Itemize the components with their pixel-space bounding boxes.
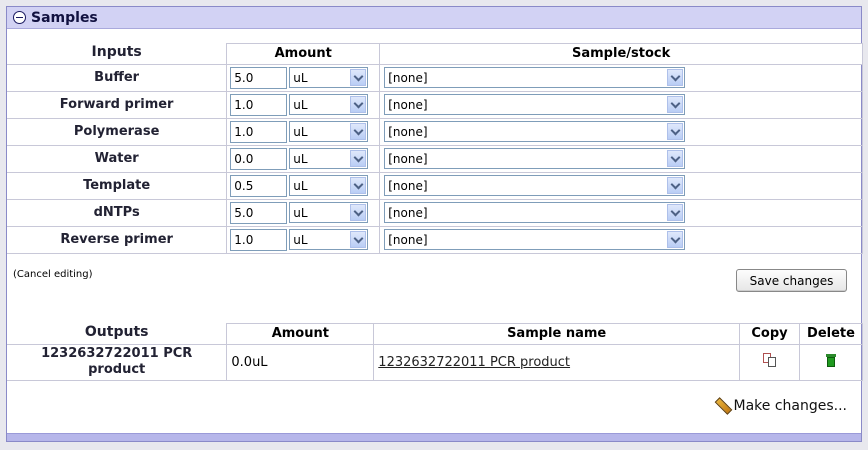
output-amount-header: Amount: [226, 323, 375, 344]
panel-footer-bar: [7, 433, 861, 441]
collapse-icon[interactable]: [13, 11, 26, 24]
stock-select-value: [none]: [388, 178, 428, 193]
unit-select-value: uL: [293, 97, 308, 112]
chevron-down-icon[interactable]: [667, 231, 684, 248]
chevron-down-icon[interactable]: [667, 150, 684, 167]
stock-column-header: Sample/stock: [379, 43, 863, 64]
output-row: 1232632722011 PCR product 0.0uL 12326327…: [7, 343, 863, 381]
pencil-icon: [715, 398, 731, 414]
unit-select[interactable]: uL: [289, 229, 369, 250]
stock-select[interactable]: [none]: [384, 175, 686, 196]
amount-input[interactable]: 5.0: [230, 66, 288, 89]
amount-input[interactable]: 0.0: [230, 147, 288, 170]
chevron-down-icon[interactable]: [667, 96, 684, 113]
stock-select[interactable]: [none]: [384, 148, 686, 169]
outputs-table: Outputs Amount Sample name Copy Delete 1…: [7, 323, 863, 381]
unit-select[interactable]: uL: [289, 94, 369, 115]
input-row-buffer: Buffer 5.0 uL [none]: [7, 63, 863, 91]
stock-select-value: [none]: [388, 151, 428, 166]
unit-select-value: uL: [293, 232, 308, 247]
unit-select-value: uL: [293, 70, 308, 85]
unit-select[interactable]: uL: [289, 121, 369, 142]
chevron-down-icon[interactable]: [350, 123, 367, 140]
stock-select-value: [none]: [388, 232, 428, 247]
output-amount: 0.0uL: [226, 343, 374, 381]
panel-title: Samples: [31, 9, 98, 26]
unit-select-value: uL: [293, 178, 308, 193]
chevron-down-icon[interactable]: [667, 123, 684, 140]
stock-select-value: [none]: [388, 70, 428, 85]
output-label-line: product: [88, 362, 146, 377]
input-row-label: Template: [7, 171, 227, 199]
output-label-line: 1232632722011 PCR: [41, 346, 193, 361]
input-row-forward-primer: Forward primer 1.0 uL [none]: [7, 90, 863, 118]
make-changes-link[interactable]: Make changes...: [715, 398, 848, 414]
save-changes-button[interactable]: Save changes: [736, 269, 847, 292]
unit-select-value: uL: [293, 205, 308, 220]
outputs-section-label: Outputs: [84, 323, 149, 340]
cancel-editing-link[interactable]: (Cancel editing): [13, 269, 93, 280]
chevron-down-icon[interactable]: [667, 69, 684, 86]
chevron-down-icon[interactable]: [350, 150, 367, 167]
chevron-down-icon[interactable]: [350, 69, 367, 86]
panel-titlebar[interactable]: Samples: [7, 7, 861, 29]
sample-name-header: Sample name: [373, 323, 741, 344]
stock-select-value: [none]: [388, 124, 428, 139]
make-changes-label: Make changes...: [733, 398, 848, 414]
input-row-label: dNTPs: [7, 198, 227, 226]
inputs-table: Inputs Amount Sample/stock Buffer 5.0 uL…: [7, 43, 863, 254]
amount-input[interactable]: 0.5: [230, 174, 288, 197]
sample-name-link[interactable]: 1232632722011 PCR product: [378, 355, 570, 370]
output-row-label: 1232632722011 PCR product: [7, 343, 227, 381]
amount-input[interactable]: 1.0: [230, 228, 288, 251]
input-row-label: Polymerase: [7, 117, 227, 145]
inputs-section-label: Inputs: [91, 43, 142, 60]
input-row-label: Forward primer: [7, 90, 227, 118]
input-row-polymerase: Polymerase 1.0 uL [none]: [7, 117, 863, 145]
copy-header: Copy: [739, 323, 800, 344]
input-row-template: Template 0.5 uL [none]: [7, 171, 863, 199]
unit-select[interactable]: uL: [289, 202, 369, 223]
stock-select[interactable]: [none]: [384, 202, 686, 223]
samples-panel: Samples Inputs Amount Sample/stock Buffe…: [6, 6, 863, 442]
input-row-label: Water: [7, 144, 227, 172]
copy-icon[interactable]: [762, 353, 777, 367]
unit-select-value: uL: [293, 151, 308, 166]
chevron-down-icon[interactable]: [667, 177, 684, 194]
chevron-down-icon[interactable]: [350, 231, 367, 248]
chevron-down-icon[interactable]: [350, 177, 367, 194]
stock-select-value: [none]: [388, 205, 428, 220]
unit-select-value: uL: [293, 124, 308, 139]
amount-input[interactable]: 1.0: [230, 120, 288, 143]
chevron-down-icon[interactable]: [350, 96, 367, 113]
unit-select[interactable]: uL: [289, 175, 369, 196]
input-row-label: Reverse primer: [7, 225, 227, 254]
input-row-reverse-primer: Reverse primer 1.0 uL [none]: [7, 225, 863, 254]
input-row-dntps: dNTPs 5.0 uL [none]: [7, 198, 863, 226]
stock-select[interactable]: [none]: [384, 229, 686, 250]
unit-select[interactable]: uL: [289, 148, 369, 169]
chevron-down-icon[interactable]: [350, 204, 367, 221]
stock-select[interactable]: [none]: [384, 121, 686, 142]
amount-column-header: Amount: [226, 43, 381, 64]
trash-icon[interactable]: [826, 353, 836, 367]
stock-select[interactable]: [none]: [384, 67, 686, 88]
unit-select[interactable]: uL: [289, 67, 369, 88]
stock-select[interactable]: [none]: [384, 94, 686, 115]
stock-select-value: [none]: [388, 97, 428, 112]
input-row-water: Water 0.0 uL [none]: [7, 144, 863, 172]
amount-input[interactable]: 5.0: [230, 201, 288, 224]
chevron-down-icon[interactable]: [667, 204, 684, 221]
delete-header: Delete: [799, 323, 863, 344]
input-row-label: Buffer: [7, 63, 227, 91]
amount-input[interactable]: 1.0: [230, 93, 288, 116]
